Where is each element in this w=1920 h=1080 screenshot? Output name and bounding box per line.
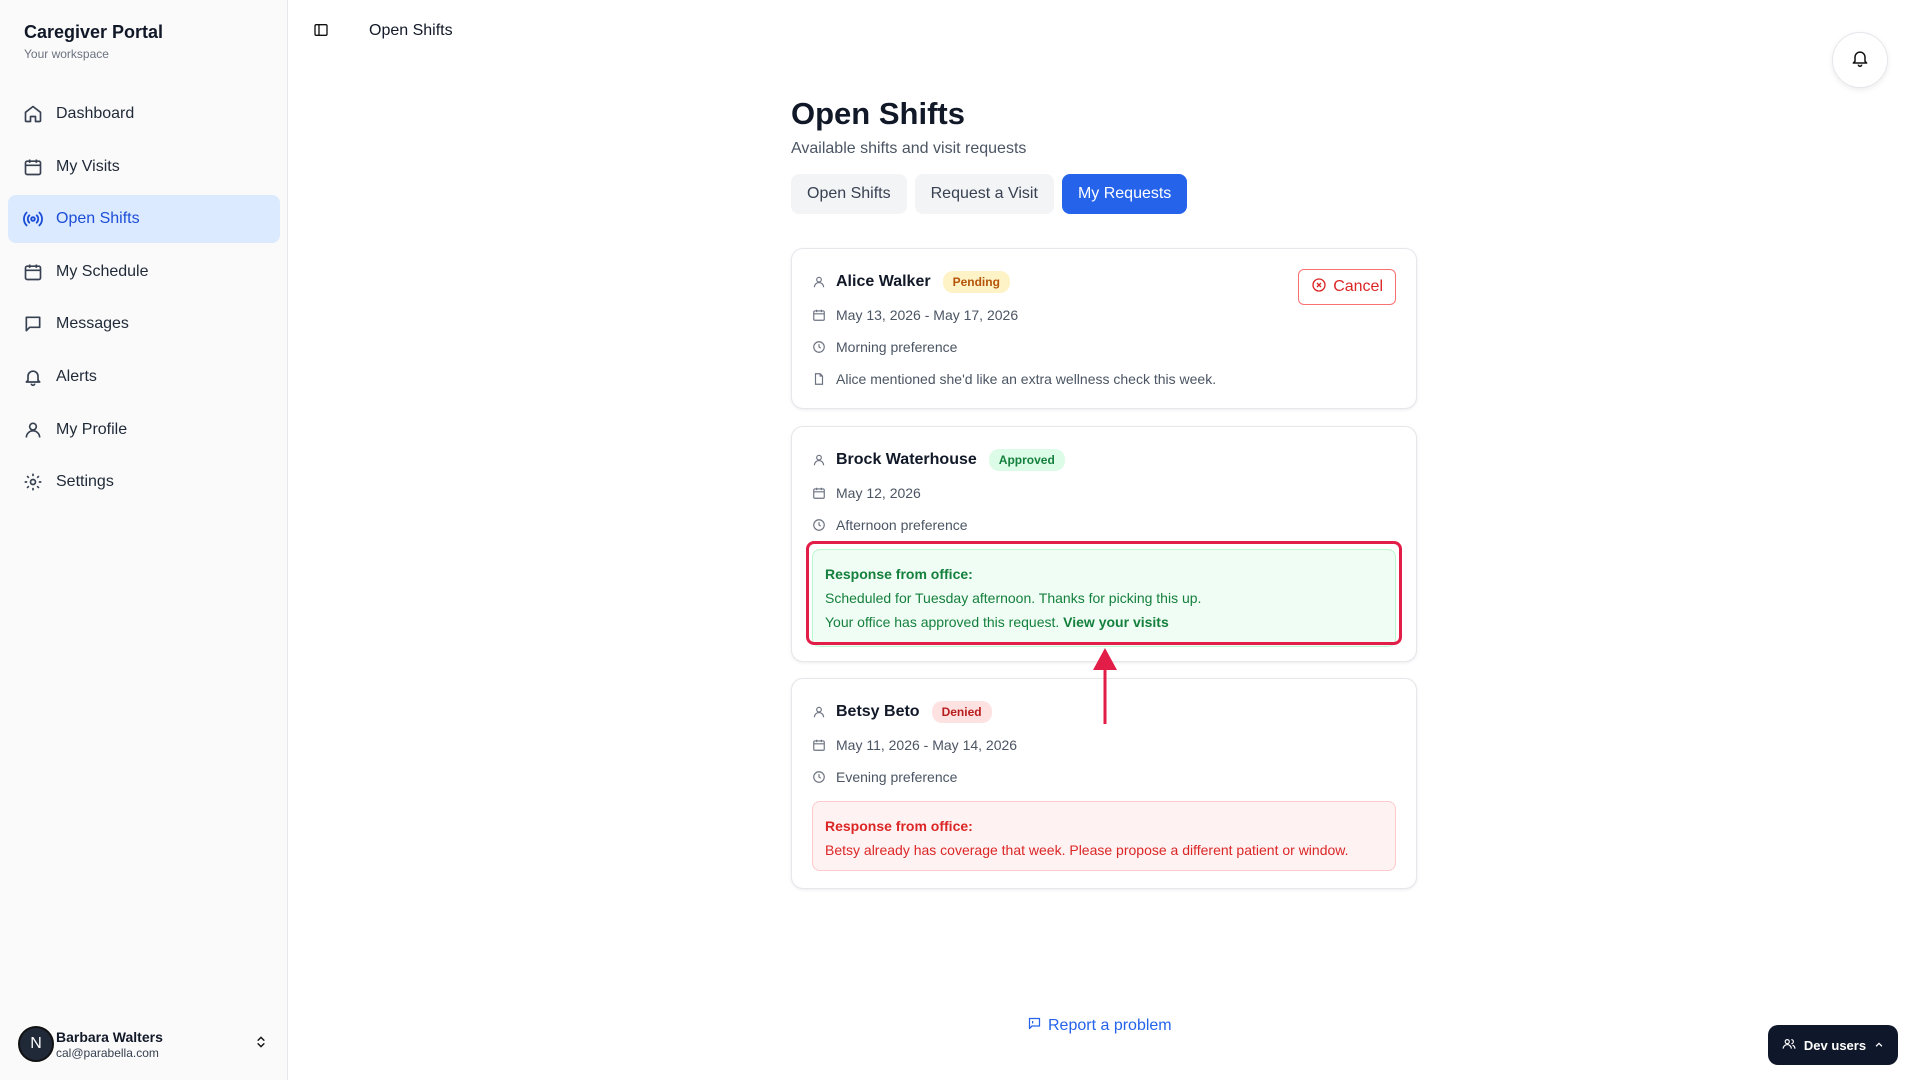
office-response-denied: Response from office: Betsy already has … xyxy=(812,801,1396,871)
sidebar-item-alerts[interactable]: Alerts xyxy=(8,353,280,401)
request-note: Alice mentioned she'd like an extra well… xyxy=(812,371,1216,387)
calendar-icon xyxy=(812,307,828,323)
sidebar-item-label: Dashboard xyxy=(56,105,135,122)
status-badge: Pending xyxy=(942,271,1010,293)
tab-my-requests[interactable]: My Requests xyxy=(1061,174,1188,214)
user-icon xyxy=(812,704,828,720)
sidebar-item-label: Alerts xyxy=(56,367,97,385)
request-header: Alice Walker Pending xyxy=(812,271,1010,293)
chevron-up-down-icon xyxy=(254,1035,268,1054)
page-title: Open Shifts xyxy=(791,96,965,131)
request-header: Brock Waterhouse Approved xyxy=(812,449,1065,471)
sidebar-item-my-profile[interactable]: My Profile xyxy=(8,406,280,454)
brand-subtitle: Your workspace xyxy=(24,47,109,61)
user-name: Barbara Walters xyxy=(56,1028,163,1045)
report-label: Report a problem xyxy=(1048,1017,1172,1034)
sidebar-item-label: Open Shifts xyxy=(56,210,140,228)
bell-icon xyxy=(1850,48,1870,73)
tab-open-shifts[interactable]: Open Shifts xyxy=(791,174,907,214)
avatar: N xyxy=(18,1026,54,1062)
request-dates: May 11, 2026 - May 14, 2026 xyxy=(812,737,1017,753)
report-problem-link[interactable]: Report a problem xyxy=(1027,1016,1172,1036)
sidebar-item-label: My Profile xyxy=(56,420,128,438)
main-content: Open Shifts Available shifts and visit r… xyxy=(791,96,1417,214)
preference-text: Morning preference xyxy=(836,339,958,355)
dev-users-button[interactable]: Dev users xyxy=(1768,1025,1898,1065)
patient-name: Alice Walker xyxy=(836,273,931,290)
request-card: Alice Walker Pending Cancel May 13, 2026… xyxy=(791,248,1417,409)
bell-icon xyxy=(22,366,44,388)
status-badge: Approved xyxy=(988,449,1065,471)
user-info: Barbara Walters cal@parabella.com xyxy=(56,1029,163,1060)
sidebar-item-dashboard[interactable]: Dashboard xyxy=(8,90,280,138)
arrow-up-icon xyxy=(1093,648,1117,724)
sidebar-toggle-icon[interactable] xyxy=(313,22,331,40)
request-preference: Afternoon preference xyxy=(812,517,968,533)
sidebar-item-label: Settings xyxy=(56,473,114,491)
gear-icon xyxy=(22,471,44,493)
user-email: cal@parabella.com xyxy=(56,1045,159,1060)
calendar-icon xyxy=(22,156,44,178)
document-icon xyxy=(812,371,828,387)
dates-text: May 12, 2026 xyxy=(836,485,921,501)
user-menu[interactable]: N Barbara Walters cal@parabella.com xyxy=(18,1022,272,1066)
note-text: Alice mentioned she'd like an extra well… xyxy=(836,371,1217,387)
topbar: Open Shifts xyxy=(289,0,1920,88)
cancel-button[interactable]: Cancel xyxy=(1298,269,1396,305)
patient-name: Betsy Beto xyxy=(836,703,920,720)
sidebar-item-my-visits[interactable]: My Visits xyxy=(8,143,280,191)
clock-icon xyxy=(812,339,828,355)
tabs: Open Shifts Request a Visit My Requests xyxy=(791,174,1417,214)
sidebar-nav: Dashboard My Visits Open Shifts My Sched… xyxy=(8,90,280,511)
dev-users-label: Dev users xyxy=(1803,1037,1867,1053)
cancel-label: Cancel xyxy=(1333,278,1383,295)
home-icon xyxy=(22,103,44,125)
flag-icon xyxy=(1027,1016,1042,1036)
tab-request-a-visit[interactable]: Request a Visit xyxy=(914,174,1054,214)
sidebar-item-label: My Visits xyxy=(56,157,120,175)
broadcast-icon xyxy=(22,208,44,230)
user-icon xyxy=(812,452,828,468)
dates-text: May 13, 2026 - May 17, 2026 xyxy=(836,307,1019,323)
request-dates: May 12, 2026 xyxy=(812,485,921,501)
request-header: Betsy Beto Denied xyxy=(812,701,992,723)
clock-icon xyxy=(812,517,828,533)
breadcrumb: Open Shifts xyxy=(369,22,453,39)
preference-text: Evening preference xyxy=(836,769,958,785)
users-icon xyxy=(1782,1037,1796,1054)
highlight-box xyxy=(806,541,1402,645)
patient-name: Brock Waterhouse xyxy=(836,451,977,468)
page-subtitle: Available shifts and visit requests xyxy=(791,140,1027,157)
sidebar-item-messages[interactable]: Messages xyxy=(8,300,280,348)
sidebar-item-settings[interactable]: Settings xyxy=(8,458,280,506)
user-icon xyxy=(22,419,44,441)
sidebar: Caregiver Portal Your workspace Dashboar… xyxy=(0,0,288,1080)
calendar-icon xyxy=(812,737,828,753)
sidebar-item-label: Messages xyxy=(56,315,129,333)
response-heading: Response from office: xyxy=(825,818,973,834)
chevron-up-icon xyxy=(1874,1038,1884,1053)
request-preference: Evening preference xyxy=(812,769,957,785)
brand: Caregiver Portal Your workspace xyxy=(24,22,163,61)
dates-text: May 11, 2026 - May 14, 2026 xyxy=(836,737,1018,753)
message-icon xyxy=(22,313,44,335)
notifications-button[interactable] xyxy=(1832,32,1888,88)
brand-title: Caregiver Portal xyxy=(24,22,164,42)
user-icon xyxy=(812,274,828,290)
sidebar-item-label: My Schedule xyxy=(56,262,149,280)
request-preference: Morning preference xyxy=(812,339,957,355)
sidebar-item-my-schedule[interactable]: My Schedule xyxy=(8,248,280,296)
request-dates: May 13, 2026 - May 17, 2026 xyxy=(812,307,1018,323)
calendar-icon xyxy=(22,261,44,283)
x-circle-icon xyxy=(1311,277,1327,298)
preference-text: Afternoon preference xyxy=(836,517,968,533)
calendar-icon xyxy=(812,485,828,501)
response-text: Betsy already has coverage that week. Pl… xyxy=(825,842,1349,858)
clock-icon xyxy=(812,769,828,785)
sidebar-item-open-shifts[interactable]: Open Shifts xyxy=(8,195,280,244)
status-badge: Denied xyxy=(931,701,992,723)
